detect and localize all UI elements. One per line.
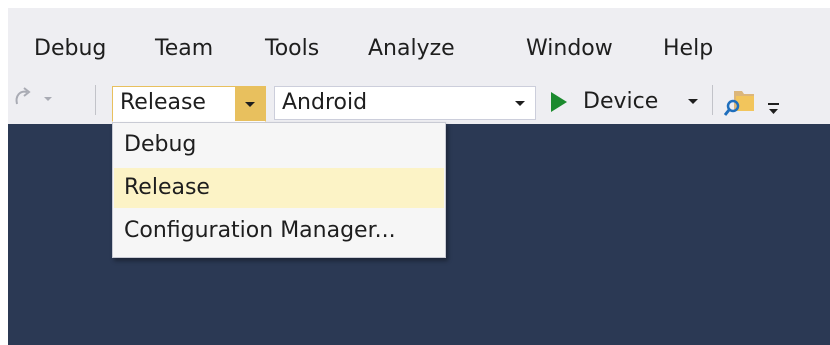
solution-platform-combo[interactable]: Android (274, 86, 536, 120)
configuration-dropdown-button[interactable] (235, 87, 265, 121)
redo-icon[interactable] (12, 84, 36, 112)
chevron-down-icon (245, 102, 255, 107)
ide-window: Debug Team Tools Analyze Window Help Rel… (8, 8, 830, 345)
menu-tools[interactable]: Tools (265, 36, 319, 62)
menu-team[interactable]: Team (155, 36, 213, 62)
menu-help[interactable]: Help (663, 36, 713, 62)
dropdown-item-configuration-manager[interactable]: Configuration Manager... (114, 211, 444, 251)
chevron-down-icon (515, 101, 525, 106)
folder-search-icon[interactable] (724, 87, 756, 117)
configuration-dropdown-list: Debug Release Configuration Manager... (112, 122, 446, 258)
menu-bar: Debug Team Tools Analyze Window Help (8, 28, 830, 68)
menu-analyze[interactable]: Analyze (368, 36, 455, 62)
play-icon[interactable] (548, 90, 570, 114)
redo-chevron-down-icon[interactable] (40, 90, 56, 106)
toolbar-overflow-icon[interactable] (765, 98, 783, 118)
toolbar-separator (95, 85, 96, 115)
dropdown-item-label: Debug (124, 132, 197, 157)
platform-dropdown-button[interactable] (505, 87, 535, 119)
menu-window[interactable]: Window (526, 36, 613, 62)
run-target-label[interactable]: Device (583, 89, 658, 115)
configuration-value: Release (120, 90, 206, 115)
dropdown-item-debug[interactable]: Debug (114, 125, 444, 165)
toolbar-separator (712, 85, 713, 115)
dropdown-item-label: Configuration Manager... (124, 218, 396, 243)
device-chevron-down-icon[interactable] (683, 90, 703, 112)
solution-configuration-combo[interactable]: Release (112, 86, 266, 122)
menu-debug[interactable]: Debug (34, 36, 106, 62)
dropdown-item-release[interactable]: Release (114, 168, 444, 208)
platform-value: Android (282, 90, 368, 115)
standard-toolbar: Release Android Device (8, 76, 830, 124)
dropdown-item-label: Release (124, 175, 210, 200)
